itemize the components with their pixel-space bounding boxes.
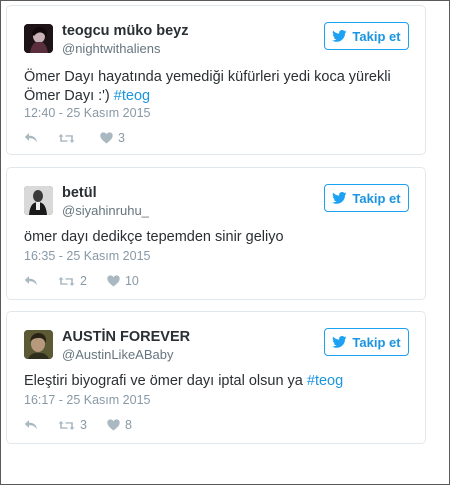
tweet-card: AUSTİN FOREVER @AustinLikeABaby Takip et…: [6, 311, 426, 444]
avatar[interactable]: [24, 24, 53, 53]
tweet-card: betül @siyahinruhu_ Takip et ömer dayı d…: [6, 167, 426, 300]
display-name[interactable]: AUSTİN FOREVER: [62, 329, 190, 345]
hashtag-link[interactable]: #teog: [114, 88, 150, 104]
hashtag-link[interactable]: #teog: [307, 373, 343, 389]
tweet-text-body: Eleştiri biyografi ve ömer dayı iptal ol…: [24, 373, 307, 389]
twitter-bird-icon: [332, 336, 347, 348]
twitter-bird-icon: [332, 30, 347, 42]
retweet-button[interactable]: 3: [58, 418, 87, 432]
reply-button[interactable]: [24, 419, 38, 431]
timestamp[interactable]: 12:40 - 25 Kasım 2015: [24, 106, 150, 120]
heart-icon: [100, 132, 113, 144]
follow-label: Takip et: [352, 190, 401, 206]
like-button[interactable]: 10: [107, 274, 139, 288]
follow-label: Takip et: [352, 334, 401, 350]
tweet-card: teogcu müko beyz @nightwithaliens Takip …: [6, 5, 426, 155]
retweet-button[interactable]: 2: [58, 274, 87, 288]
retweet-icon: [58, 133, 75, 143]
avatar[interactable]: [24, 330, 53, 359]
reply-button[interactable]: [24, 132, 38, 144]
twitter-bird-icon: [332, 192, 347, 204]
follow-button[interactable]: Takip et: [324, 328, 409, 356]
tweet-text-body: ömer dayı dedikçe tepemden sinir geliyo: [24, 229, 284, 245]
follow-button[interactable]: Takip et: [324, 22, 409, 50]
reply-button[interactable]: [24, 275, 38, 287]
tweet-text-body: Ömer Dayı hayatında yemediği küfürleri y…: [24, 69, 391, 104]
like-count: 10: [124, 274, 139, 288]
tweet-text: Eleştiri biyografi ve ömer dayı iptal ol…: [24, 372, 414, 391]
heart-icon: [107, 419, 120, 431]
like-count: 3: [118, 131, 125, 145]
user-handle[interactable]: @AustinLikeABaby: [62, 347, 173, 362]
reply-icon: [24, 133, 37, 143]
retweet-icon: [58, 276, 75, 286]
retweet-count: 3: [80, 418, 87, 432]
display-name[interactable]: teogcu müko beyz: [62, 23, 189, 39]
tweet-actions: 2 10: [24, 273, 159, 289]
like-count: 8: [124, 418, 132, 432]
display-name[interactable]: betül: [62, 185, 97, 201]
tweet-actions: 3: [24, 130, 145, 146]
timestamp[interactable]: 16:35 - 25 Kasım 2015: [24, 249, 150, 263]
avatar[interactable]: [24, 186, 53, 215]
heart-icon: [107, 275, 120, 287]
reply-icon: [24, 420, 37, 430]
user-handle[interactable]: @siyahinruhu_: [62, 203, 149, 218]
retweet-icon: [58, 420, 75, 430]
tweet-text: ömer dayı dedikçe tepemden sinir geliyo: [24, 228, 414, 247]
timestamp[interactable]: 16:17 - 25 Kasım 2015: [24, 393, 150, 407]
retweet-button[interactable]: [58, 133, 80, 144]
tweet-actions: 3 8: [24, 417, 152, 433]
like-button[interactable]: 8: [107, 418, 132, 432]
like-button[interactable]: 3: [100, 131, 125, 145]
retweet-count: 2: [80, 274, 87, 288]
follow-button[interactable]: Takip et: [324, 184, 409, 212]
user-handle[interactable]: @nightwithaliens: [62, 41, 160, 56]
follow-label: Takip et: [352, 28, 401, 44]
tweet-text: Ömer Dayı hayatında yemediği küfürleri y…: [24, 68, 414, 106]
reply-icon: [24, 276, 37, 286]
